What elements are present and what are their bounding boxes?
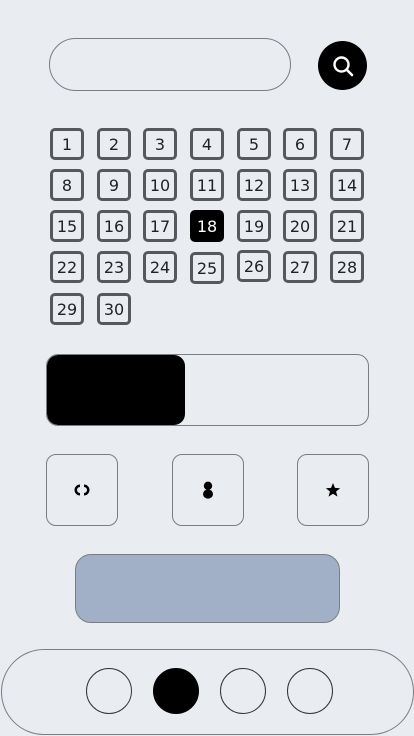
calendar-day[interactable]: 4 bbox=[190, 128, 224, 160]
calendar-day[interactable]: 24 bbox=[143, 251, 177, 283]
search-icon bbox=[332, 55, 353, 76]
action-button[interactable] bbox=[75, 554, 340, 623]
star-icon bbox=[325, 483, 341, 497]
calendar-day[interactable]: 21 bbox=[330, 210, 364, 242]
calendar-day[interactable]: 19 bbox=[237, 210, 271, 242]
calendar-day[interactable]: 8 bbox=[50, 169, 84, 201]
calendar-day[interactable]: 13 bbox=[283, 169, 317, 201]
page-dot-active[interactable] bbox=[153, 668, 199, 714]
calendar-day[interactable]: 2 bbox=[97, 128, 131, 160]
calendar-day[interactable]: 6 bbox=[283, 128, 317, 160]
link-icon bbox=[74, 484, 90, 496]
calendar-day[interactable]: 16 bbox=[97, 210, 131, 242]
calendar-day[interactable]: 7 bbox=[330, 128, 364, 160]
calendar-day[interactable]: 12 bbox=[237, 169, 271, 201]
calendar-day[interactable]: 20 bbox=[283, 210, 317, 242]
calendar-day-selected[interactable]: 18 bbox=[190, 210, 224, 242]
link-button[interactable] bbox=[46, 454, 118, 526]
page-dot[interactable] bbox=[86, 668, 132, 714]
page-dot[interactable] bbox=[287, 668, 333, 714]
page-dot[interactable] bbox=[220, 668, 266, 714]
figure-eight-icon bbox=[203, 481, 213, 499]
calendar-day[interactable]: 14 bbox=[330, 169, 364, 201]
calendar-day[interactable]: 3 bbox=[143, 128, 177, 160]
star-button[interactable] bbox=[297, 454, 369, 526]
calendar-day[interactable]: 29 bbox=[50, 293, 84, 325]
calendar-day[interactable]: 26 bbox=[237, 250, 271, 282]
calendar-day[interactable]: 5 bbox=[237, 128, 271, 160]
calendar-day[interactable]: 28 bbox=[330, 251, 364, 283]
progress-fill bbox=[47, 355, 186, 425]
calendar-day[interactable]: 25 bbox=[190, 252, 224, 284]
calendar-day[interactable]: 11 bbox=[190, 169, 224, 201]
calendar-day[interactable]: 23 bbox=[97, 251, 131, 283]
progress-bar bbox=[46, 354, 369, 426]
calendar-day[interactable]: 30 bbox=[97, 293, 131, 325]
calendar-day[interactable]: 10 bbox=[143, 169, 177, 201]
calendar-day[interactable]: 17 bbox=[143, 210, 177, 242]
calendar-day[interactable]: 22 bbox=[50, 251, 84, 283]
calendar-day[interactable]: 9 bbox=[97, 169, 131, 201]
calendar-day[interactable]: 27 bbox=[283, 251, 317, 283]
bottom-navigation bbox=[1, 649, 414, 735]
calendar-day[interactable]: 15 bbox=[50, 210, 84, 242]
search-input[interactable] bbox=[49, 38, 291, 91]
calendar-day[interactable]: 1 bbox=[50, 128, 84, 160]
search-button[interactable] bbox=[318, 41, 367, 90]
figure-eight-button[interactable] bbox=[172, 454, 244, 526]
